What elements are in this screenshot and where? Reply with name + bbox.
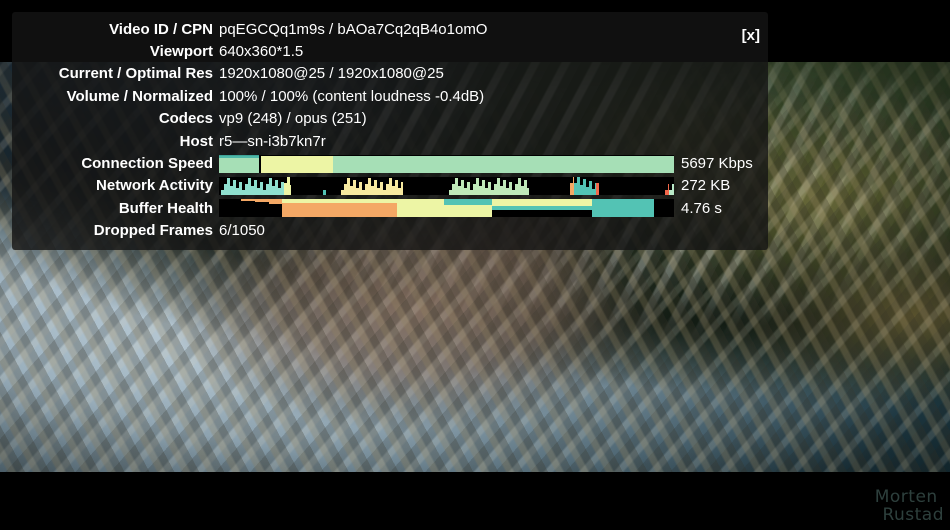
graph-segment bbox=[261, 155, 333, 173]
buffer-health-graph bbox=[219, 199, 674, 218]
graph-segment bbox=[323, 189, 326, 195]
stat-row-current-optimal-res: Current / Optimal Res 1920x1080@25 / 192… bbox=[22, 63, 758, 85]
connection-speed-value: 5697 Kbps bbox=[681, 155, 753, 173]
stat-row-buffer-health: Buffer Health 4.76 s bbox=[22, 197, 758, 219]
graph-segment bbox=[527, 187, 529, 195]
stat-row-dropped-frames: Dropped Frames 6/1050 bbox=[22, 220, 758, 242]
stat-label: Network Activity bbox=[96, 177, 213, 195]
graph-segment bbox=[255, 199, 269, 203]
stat-row-host: Host r5—sn-i3b7kn7r bbox=[22, 130, 758, 152]
graph-segment bbox=[492, 199, 592, 207]
stat-label: Buffer Health bbox=[118, 199, 213, 217]
stat-label: Viewport bbox=[149, 43, 213, 61]
stat-label: Volume / Normalized bbox=[66, 87, 213, 105]
graph-segment bbox=[592, 199, 654, 218]
graph-segment bbox=[241, 199, 255, 202]
stat-row-video-id: Video ID / CPN pqEGCQq1m9s / bAOa7Cq2qB4… bbox=[22, 18, 758, 40]
watermark: Morten Rustad bbox=[868, 489, 944, 524]
connection-speed-graph bbox=[219, 154, 674, 173]
stat-value: r5—sn-i3b7kn7r bbox=[219, 132, 326, 150]
stat-label: Codecs bbox=[158, 110, 213, 128]
graph-segment bbox=[654, 199, 674, 218]
network-activity-graph bbox=[219, 176, 674, 195]
close-button[interactable]: [x] bbox=[742, 28, 760, 43]
dropped-frames-value: 6/1050 bbox=[219, 222, 265, 240]
watermark-line-2: Rustad bbox=[882, 505, 944, 525]
graph-segment bbox=[290, 184, 291, 195]
graph-segment bbox=[282, 199, 397, 204]
stat-label: Connection Speed bbox=[81, 155, 213, 173]
graph-segment bbox=[401, 181, 403, 195]
graph-segment bbox=[219, 155, 259, 173]
video-player-screen: Morten Rustad [x] Video ID / CPN pqEGCQq… bbox=[0, 0, 950, 530]
stat-value: 640x360*1.5 bbox=[219, 43, 304, 61]
graph-segment bbox=[333, 155, 674, 173]
graph-segment bbox=[269, 199, 282, 205]
stat-row-connection-speed: Connection Speed 5697 Kbps bbox=[22, 152, 758, 174]
stat-value: 100% / 100% (content loudness -0.4dB) bbox=[219, 87, 485, 105]
stat-value: 1920x1080@25 / 1920x1080@25 bbox=[219, 65, 444, 83]
graph-segment bbox=[672, 183, 674, 195]
stat-value: vp9 (248) / opus (251) bbox=[219, 110, 367, 128]
buffer-health-value: 4.76 s bbox=[681, 199, 722, 217]
stat-row-viewport: Viewport 640x360*1.5 bbox=[22, 40, 758, 62]
graph-segment bbox=[444, 199, 492, 206]
stat-label: Current / Optimal Res bbox=[58, 65, 213, 83]
stat-label: Host bbox=[179, 132, 213, 150]
stat-row-network-activity: Network Activity 272 KB bbox=[22, 175, 758, 197]
stat-label: Video ID / CPN bbox=[109, 20, 213, 38]
graph-segment bbox=[596, 182, 599, 195]
stat-row-codecs: Codecs vp9 (248) / opus (251) bbox=[22, 108, 758, 130]
network-activity-value: 272 KB bbox=[681, 177, 731, 195]
stat-row-volume-normalized: Volume / Normalized 100% / 100% (content… bbox=[22, 85, 758, 107]
stats-for-nerds-panel: [x] Video ID / CPN pqEGCQq1m9s / bAOa7Cq… bbox=[12, 12, 768, 250]
graph-segment bbox=[219, 154, 259, 158]
watermark-line-1: Morten bbox=[874, 487, 938, 507]
stat-value: pqEGCQq1m9s / bAOa7Cq2qB4o1omO bbox=[219, 20, 488, 38]
stat-label: Dropped Frames bbox=[93, 222, 213, 240]
